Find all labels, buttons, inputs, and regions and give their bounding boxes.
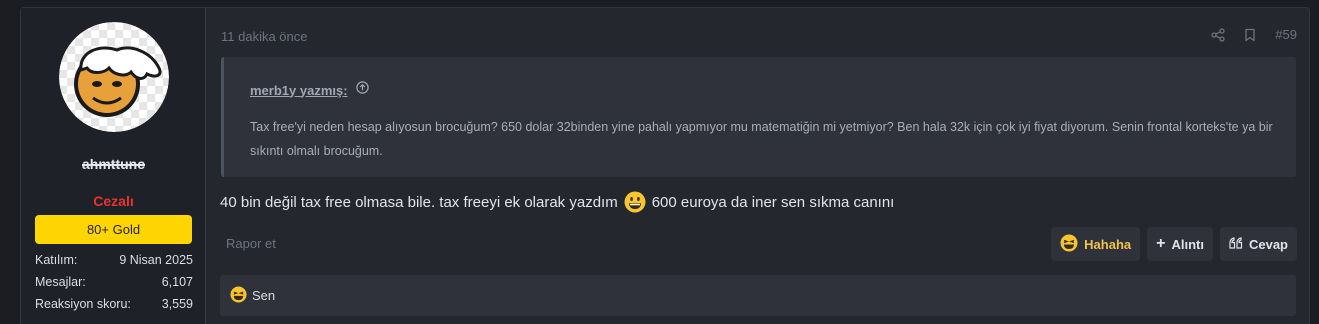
stat-value: 6,107 [161, 275, 193, 289]
post-time[interactable]: 11 dakika önce [221, 29, 308, 44]
stat-label: Mesajlar: [35, 275, 86, 289]
reply-label: Cevap [1248, 236, 1288, 252]
user-title: Cezalı [93, 193, 134, 209]
reply-quote-icon [1229, 236, 1243, 252]
message-text: 600 euroya da iner sen sıkma canını [651, 193, 895, 211]
user-badge: 80+ Gold [35, 215, 192, 244]
reply-button[interactable]: Cevap [1219, 227, 1297, 261]
stat-value: 3,559 [161, 297, 193, 311]
post-content: 11 dakika önce #59 merb1y yazmış: Tax fr… [206, 8, 1309, 324]
post-number-link[interactable]: #59 [1275, 27, 1297, 42]
username-link[interactable]: ahmttunc [21, 156, 206, 172]
haha-reaction-button[interactable]: Hahaha [1051, 227, 1141, 261]
stat-messages: Mesajlar: 6,107 [35, 275, 193, 289]
bookmark-icon[interactable] [1243, 28, 1257, 42]
reactions-bar[interactable]: Sen [220, 275, 1296, 316]
message-body: 40 bin değil tax free olmasa bile. tax f… [220, 191, 894, 213]
stat-reaction-score: Reaksiyon skoru: 3,559 [35, 297, 193, 311]
stat-value: 9 Nisan 2025 [119, 253, 193, 267]
report-link[interactable]: Rapor et [226, 236, 276, 251]
message-post: ahmttunc Cezalı 80+ Gold Katılım: 9 Nisa… [20, 7, 1310, 324]
share-icon[interactable] [1211, 27, 1225, 42]
quote-block: merb1y yazmış: Tax free'yi neden hesap a… [221, 57, 1296, 177]
message-text: 40 bin değil tax free olmasa bile. tax f… [220, 193, 618, 211]
haha-label: Hahaha [1084, 236, 1132, 252]
stat-label: Reaksiyon skoru: [35, 297, 131, 311]
quote-author-link[interactable]: merb1y yazmış: [250, 83, 348, 98]
arrow-up-circle-icon[interactable] [355, 81, 369, 99]
grin-emoji-icon [624, 191, 646, 213]
plus-icon: + [1156, 235, 1166, 252]
stat-label: Katılım: [35, 253, 78, 267]
avatar[interactable] [59, 22, 169, 132]
user-sidebar: ahmttunc Cezalı 80+ Gold Katılım: 9 Nisa… [21, 8, 206, 324]
stat-joined: Katılım: 9 Nisan 2025 [35, 253, 193, 267]
quote-header: merb1y yazmış: [250, 81, 369, 99]
laughing-emoji-icon [1060, 234, 1078, 255]
quote-text: Tax free'yi neden hesap alıyosun brocuğu… [250, 120, 1273, 158]
quote-button[interactable]: + Alıntı [1147, 227, 1213, 261]
post-header-actions: #59 [1211, 27, 1297, 42]
post-actions: Hahaha + Alıntı Cevap [1051, 227, 1297, 261]
laughing-emoji-icon [230, 285, 247, 306]
quote-label: Alıntı [1171, 236, 1204, 252]
reactions-user[interactable]: Sen [252, 288, 275, 303]
